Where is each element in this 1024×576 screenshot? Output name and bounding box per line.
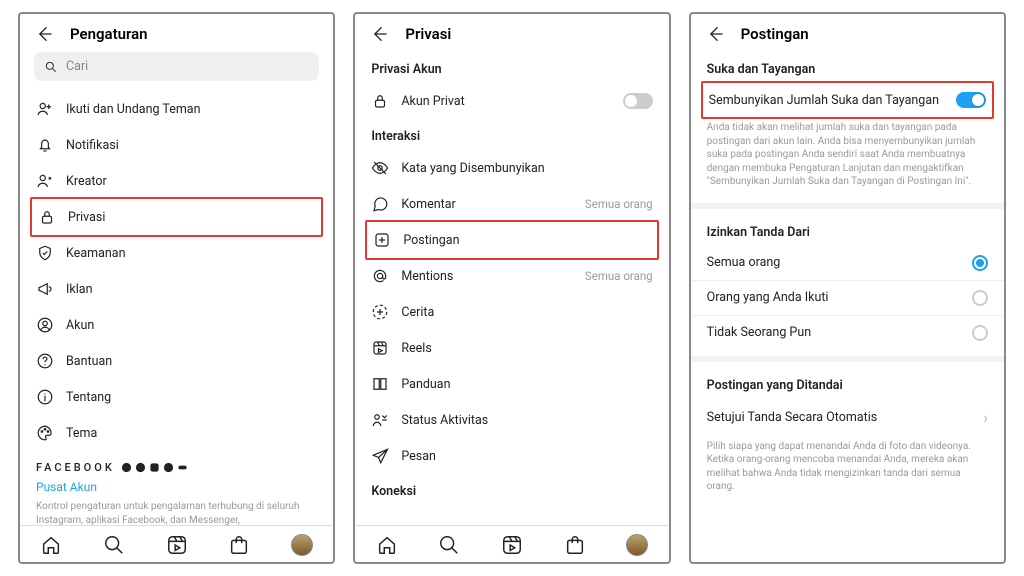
divider: [691, 203, 1004, 209]
row-activity[interactable]: Status Aktivitas: [369, 402, 654, 438]
facebook-label: FACEBOOK: [34, 451, 319, 476]
shield-icon: [36, 244, 54, 262]
profile-avatar[interactable]: [291, 534, 313, 556]
radio[interactable]: [972, 290, 988, 306]
search-icon[interactable]: [103, 534, 125, 556]
megaphone-icon: [36, 280, 54, 298]
row-guides[interactable]: Panduan: [369, 366, 654, 402]
eye-off-icon: [371, 159, 389, 177]
divider: [691, 356, 1004, 362]
person-plus-icon: [36, 100, 54, 118]
hide-likes-toggle[interactable]: [956, 92, 986, 108]
creator-icon: [36, 172, 54, 190]
back-icon[interactable]: [369, 24, 389, 44]
section-allow-tags: Izinkan Tanda Dari: [705, 215, 990, 246]
section-interaction: Interaksi: [369, 119, 654, 150]
back-icon[interactable]: [34, 24, 54, 44]
settings-screen: Pengaturan Cari Ikuti dan Undang Teman N…: [18, 12, 335, 564]
reels-icon[interactable]: [166, 534, 188, 556]
row-hide-likes[interactable]: Sembunyikan Jumlah Suka dan Tayangan: [707, 83, 988, 117]
shop-icon[interactable]: [228, 534, 250, 556]
bottom-nav: [355, 525, 668, 562]
page-title: Pengaturan: [70, 25, 148, 43]
radio-selected[interactable]: [972, 255, 988, 271]
search-input[interactable]: Cari: [34, 52, 319, 81]
header: Pengaturan: [20, 14, 333, 52]
privacy-screen: Privasi Privasi Akun Akun Privat Interak…: [353, 12, 670, 564]
row-about[interactable]: Tentang: [34, 379, 319, 415]
user-icon: [36, 316, 54, 334]
row-account[interactable]: Akun: [34, 307, 319, 343]
radio[interactable]: [972, 325, 988, 341]
page-title: Postingan: [741, 25, 809, 43]
account-center-link[interactable]: Pusat Akun: [34, 476, 319, 496]
back-icon[interactable]: [705, 24, 725, 44]
row-reels[interactable]: Reels: [369, 330, 654, 366]
home-icon[interactable]: [40, 534, 62, 556]
row-auto-approve[interactable]: Setujui Tanda Secara Otomatis ›: [705, 399, 990, 436]
row-privacy[interactable]: Privasi: [36, 199, 317, 235]
oculus-icon: [177, 462, 188, 473]
row-invite[interactable]: Ikuti dan Undang Teman: [34, 91, 319, 127]
lock-icon: [371, 92, 389, 110]
header: Privasi: [355, 14, 668, 52]
row-comments[interactable]: Komentar Semua orang: [369, 186, 654, 222]
facebook-icon: [121, 462, 132, 473]
chevron-right-icon: ›: [983, 408, 988, 427]
instagram-icon: [149, 462, 160, 473]
plus-square-icon: [373, 231, 391, 249]
section-likes: Suka dan Tayangan: [705, 52, 990, 83]
row-theme[interactable]: Tema: [34, 415, 319, 451]
section-account-privacy: Privasi Akun: [369, 52, 654, 83]
row-creator[interactable]: Kreator: [34, 163, 319, 199]
posts-screen: Postingan Suka dan Tayangan Sembunyikan …: [689, 12, 1006, 564]
row-posts[interactable]: Postingan: [371, 222, 652, 258]
at-icon: [371, 267, 389, 285]
lock-icon: [38, 208, 56, 226]
row-help[interactable]: Bantuan: [34, 343, 319, 379]
home-icon[interactable]: [376, 534, 398, 556]
whatsapp-icon: [163, 462, 174, 473]
activity-icon: [371, 411, 389, 429]
hide-likes-desc: Anda tidak akan melihat jumlah suka dan …: [705, 117, 990, 197]
story-icon: [371, 303, 389, 321]
messenger-icon: [135, 462, 146, 473]
send-icon: [371, 447, 389, 465]
header: Postingan: [691, 14, 1004, 52]
row-private-account[interactable]: Akun Privat: [369, 83, 654, 119]
help-icon: [36, 352, 54, 370]
comment-icon: [371, 195, 389, 213]
search-icon: [44, 60, 58, 74]
section-tagged: Postingan yang Ditandai: [705, 368, 990, 399]
page-title: Privasi: [405, 25, 451, 43]
section-connection: Koneksi: [369, 474, 654, 505]
bottom-nav: [20, 525, 333, 562]
tag-opt-everyone[interactable]: Semua orang: [705, 246, 990, 280]
row-security[interactable]: Keamanan: [34, 235, 319, 271]
tag-opt-following[interactable]: Orang yang Anda Ikuti: [705, 281, 990, 315]
row-ads[interactable]: Iklan: [34, 271, 319, 307]
reels-icon: [371, 339, 389, 357]
row-notifications[interactable]: Notifikasi: [34, 127, 319, 163]
info-icon: [36, 388, 54, 406]
row-messages[interactable]: Pesan: [369, 438, 654, 474]
bell-icon: [36, 136, 54, 154]
row-hidden-words[interactable]: Kata yang Disembunyikan: [369, 150, 654, 186]
shop-icon[interactable]: [564, 534, 586, 556]
book-icon: [371, 375, 389, 393]
palette-icon: [36, 424, 54, 442]
private-toggle[interactable]: [623, 93, 653, 109]
reels-icon[interactable]: [501, 534, 523, 556]
footer-desc: Kontrol pengaturan untuk pengalaman terh…: [34, 496, 319, 525]
search-icon[interactable]: [438, 534, 460, 556]
tag-opt-none[interactable]: Tidak Seorang Pun: [705, 316, 990, 350]
row-mentions[interactable]: Mentions Semua orang: [369, 258, 654, 294]
tagged-desc: Pilih siapa yang dapat menandai Anda di …: [705, 436, 990, 502]
profile-avatar[interactable]: [626, 534, 648, 556]
row-story[interactable]: Cerita: [369, 294, 654, 330]
